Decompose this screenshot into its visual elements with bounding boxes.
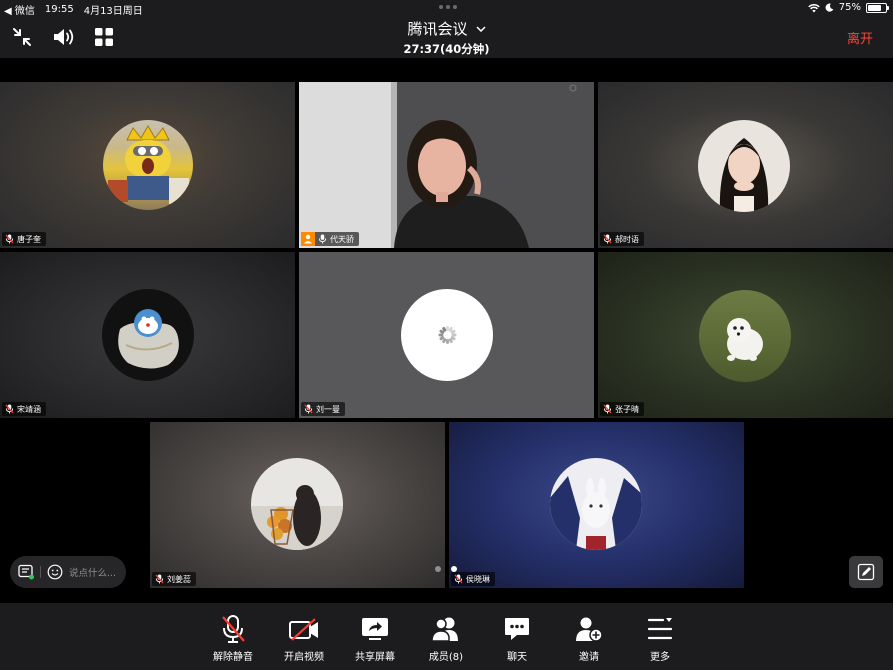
chat-placeholder[interactable]: 说点什么...	[69, 565, 116, 579]
status-bar: ◀ 微信 19:55 4月13日周日 75%	[0, 0, 893, 17]
battery-icon	[866, 2, 889, 13]
leave-button[interactable]: 离开	[847, 28, 873, 47]
participant-nametag: 刘姜蕊	[152, 572, 196, 586]
toolbar-label: 解除静音	[213, 652, 253, 663]
page-dot[interactable]	[435, 566, 441, 572]
invite-icon	[576, 617, 603, 642]
toolbar-label: 更多	[650, 652, 670, 663]
emoji-icon[interactable]	[47, 564, 63, 580]
video-tile[interactable]: 刘一曼	[299, 252, 594, 418]
meeting-title: 腾讯会议	[407, 20, 468, 38]
loading-avatar	[401, 289, 493, 381]
unmute-button[interactable]: 解除静音	[200, 613, 266, 663]
participant-nametag: 郝时语	[600, 232, 644, 246]
moon-icon	[825, 3, 834, 12]
avatar	[102, 289, 194, 381]
toolbar-label: 聊天	[507, 652, 527, 663]
participant-nametag: 张子晴	[600, 402, 644, 416]
video-tile-active[interactable]: 代天骄	[299, 82, 594, 248]
mic-muted-icon	[155, 574, 164, 584]
participant-nametag: 刘一曼	[301, 402, 345, 416]
members-icon	[431, 617, 458, 642]
avatar	[698, 120, 790, 212]
more-button[interactable]: 更多	[627, 613, 693, 663]
camera-feed	[299, 82, 594, 248]
battery-percent: 75%	[838, 2, 861, 13]
participant-name: 代天骄	[330, 234, 354, 244]
participant-name: 唐子奎	[17, 234, 41, 244]
wifi-icon	[808, 3, 820, 12]
share-screen-icon	[362, 618, 388, 640]
meeting-duration: 27:37(40分钟)	[403, 42, 490, 56]
participant-name: 郝时语	[615, 234, 639, 244]
avatar	[699, 290, 791, 382]
video-tile[interactable]: 唐子奎	[0, 82, 295, 248]
mic-muted-icon	[603, 404, 612, 414]
danmaku-toggle-icon[interactable]	[18, 564, 34, 580]
back-to-app-link[interactable]: ◀ 微信	[4, 2, 35, 17]
share-screen-button[interactable]: 共享屏幕	[342, 613, 408, 663]
participant-name: 刘姜蕊	[167, 574, 191, 584]
avatar	[251, 458, 343, 550]
avatar	[103, 120, 193, 210]
participant-name: 刘一曼	[316, 404, 340, 414]
annotate-button[interactable]	[849, 556, 883, 588]
avatar	[550, 458, 642, 550]
toolbar-label: 共享屏幕	[355, 652, 395, 663]
participant-name: 侯晓琳	[466, 574, 490, 584]
participant-nametag: 代天骄	[301, 232, 359, 246]
participant-nametag: 唐子奎	[2, 232, 46, 246]
video-tile[interactable]: 郝时语	[598, 82, 893, 248]
chat-icon	[505, 618, 529, 640]
multitask-dots[interactable]	[439, 5, 457, 9]
video-off-icon	[289, 618, 318, 641]
participant-name: 张子晴	[615, 404, 639, 414]
mic-muted-icon	[304, 404, 313, 414]
more-icon	[647, 618, 673, 640]
toolbar-label: 成员(8)	[428, 652, 464, 663]
toolbar-label: 开启视频	[284, 652, 324, 663]
video-tile[interactable]: 张子晴	[598, 252, 893, 418]
participant-nametag: 侯晓琳	[451, 572, 495, 586]
page-indicator[interactable]	[435, 566, 457, 572]
status-time: 19:55	[44, 4, 74, 15]
video-tile[interactable]: 宋靖涵	[0, 252, 295, 418]
invite-button[interactable]: 邀请	[556, 613, 622, 663]
participant-nametag: 宋靖涵	[2, 402, 46, 416]
page-dot-active[interactable]	[451, 566, 457, 572]
video-tile[interactable]: 刘姜蕊	[150, 422, 445, 588]
divider	[40, 566, 41, 578]
mic-icon	[318, 234, 327, 244]
chat-input-bar[interactable]: 说点什么...	[10, 556, 126, 588]
video-tile[interactable]: 侯晓琳	[449, 422, 744, 588]
host-badge-icon	[301, 232, 315, 246]
mic-muted-icon	[5, 234, 14, 244]
mic-muted-icon	[222, 615, 245, 643]
chevron-down-icon	[475, 25, 486, 32]
mic-muted-icon	[454, 574, 463, 584]
participant-name: 宋靖涵	[17, 404, 41, 414]
chat-button[interactable]: 聊天	[484, 613, 550, 663]
bottom-toolbar: 解除静音 开启视频 共享屏幕 成员(8) 聊天 邀请 更多	[0, 603, 893, 670]
pen-icon	[857, 563, 875, 581]
meeting-title-area[interactable]: 腾讯会议 27:37(40分钟)	[0, 18, 893, 57]
toolbar-label: 邀请	[579, 652, 599, 663]
start-video-button[interactable]: 开启视频	[271, 613, 337, 663]
status-date: 4月13日周日	[83, 6, 143, 17]
mic-muted-icon	[5, 404, 14, 414]
meeting-header: 腾讯会议 27:37(40分钟) 离开	[0, 16, 893, 58]
members-button[interactable]: 成员(8)	[413, 613, 479, 663]
mic-muted-icon	[603, 234, 612, 244]
